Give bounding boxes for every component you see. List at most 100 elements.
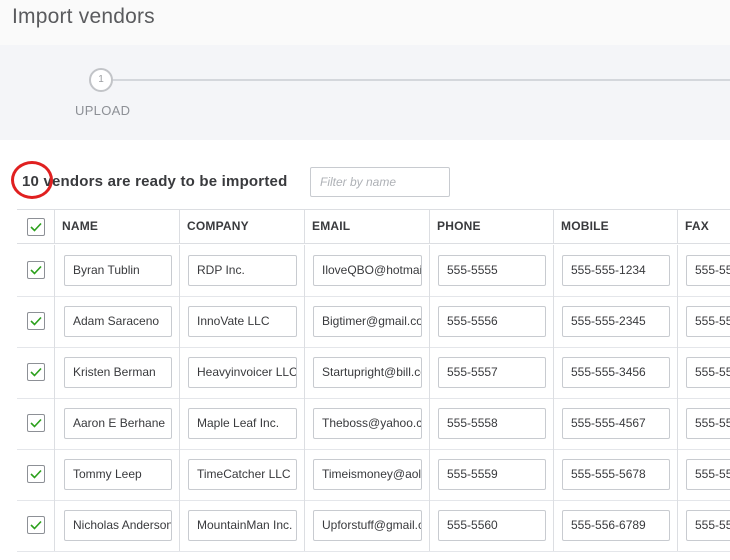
row-select-cell	[17, 398, 55, 449]
company-cell: TimeCatcher LLC	[180, 449, 305, 500]
stepper-track	[113, 79, 730, 81]
count-highlight-circle	[11, 161, 53, 199]
row-checkbox[interactable]	[27, 261, 45, 279]
mobile-field[interactable]: 555-555-5678	[562, 459, 670, 490]
fax-cell: 555-5560	[678, 500, 730, 551]
fax-field[interactable]: 555-5559	[686, 459, 730, 490]
name-cell: Nicholas Anderson	[55, 500, 180, 551]
name-field[interactable]: Nicholas Anderson	[64, 510, 172, 541]
row-checkbox[interactable]	[27, 363, 45, 381]
step-1-indicator: 1	[89, 68, 113, 92]
fax-cell: 555-5556	[678, 296, 730, 347]
row-select-cell	[17, 245, 55, 296]
phone-field[interactable]: 555-5559	[438, 459, 546, 490]
mobile-field[interactable]: 555-555-3456	[562, 357, 670, 388]
row-select-cell	[17, 500, 55, 551]
phone-field[interactable]: 555-5557	[438, 357, 546, 388]
company-field[interactable]: MountainMan Inc.	[188, 510, 297, 541]
email-field[interactable]: Startupright@bill.com	[313, 357, 422, 388]
title-bar: Import vendors	[0, 0, 730, 45]
mobile-field[interactable]: 555-556-6789	[562, 510, 670, 541]
row-checkbox[interactable]	[27, 465, 45, 483]
mobile-cell: 555-556-6789	[554, 500, 678, 551]
mobile-cell: 555-555-2345	[554, 296, 678, 347]
email-field[interactable]: Bigtimer@gmail.com	[313, 306, 422, 337]
column-header-mobile[interactable]: MOBILE	[554, 210, 678, 243]
company-field[interactable]: Heavyinvoicer LLC	[188, 357, 297, 388]
select-all-checkbox[interactable]	[27, 218, 45, 236]
column-header-phone[interactable]: PHONE	[430, 210, 554, 243]
column-header-email[interactable]: EMAIL	[305, 210, 430, 243]
phone-cell: 555-5557	[430, 347, 554, 398]
mobile-cell: 555-555-4567	[554, 398, 678, 449]
email-cell: Timeismoney@aol.com	[305, 449, 430, 500]
ready-summary-text: vendors are ready to be imported	[39, 173, 288, 190]
fax-field[interactable]: 555-5560	[686, 510, 730, 541]
email-cell: Startupright@bill.com	[305, 347, 430, 398]
phone-field[interactable]: 555-5556	[438, 306, 546, 337]
phone-cell: 555-5556	[430, 296, 554, 347]
fax-cell: 555-5555	[678, 245, 730, 296]
company-cell: MountainMan Inc.	[180, 500, 305, 551]
name-field[interactable]: Byran Tublin	[64, 255, 172, 286]
phone-cell: 555-5559	[430, 449, 554, 500]
name-field[interactable]: Tommy Leep	[64, 459, 172, 490]
checkmark-icon	[30, 222, 42, 232]
select-all-column	[17, 210, 55, 243]
company-field[interactable]: InnoVate LLC	[188, 306, 297, 337]
fax-cell: 555-5558	[678, 398, 730, 449]
checkmark-icon	[30, 520, 42, 530]
fax-cell: 555-5557	[678, 347, 730, 398]
checkmark-icon	[30, 265, 42, 275]
phone-field[interactable]: 555-5555	[438, 255, 546, 286]
column-header-fax[interactable]: FAX	[678, 210, 730, 243]
mobile-cell: 555-555-1234	[554, 245, 678, 296]
email-cell: IloveQBO@hotmail.com	[305, 245, 430, 296]
filter-by-name-input[interactable]	[310, 167, 450, 197]
name-field[interactable]: Aaron E Berhane	[64, 408, 172, 439]
name-field[interactable]: Kristen Berman	[64, 357, 172, 388]
checkmark-icon	[30, 367, 42, 377]
column-header-name[interactable]: NAME	[55, 210, 180, 243]
mobile-field[interactable]: 555-555-2345	[562, 306, 670, 337]
column-header-company[interactable]: COMPANY	[180, 210, 305, 243]
fax-field[interactable]: 555-5556	[686, 306, 730, 337]
company-field[interactable]: RDP Inc.	[188, 255, 297, 286]
email-cell: Bigtimer@gmail.com	[305, 296, 430, 347]
phone-cell: 555-5560	[430, 500, 554, 551]
phone-field[interactable]: 555-5558	[438, 408, 546, 439]
email-cell: Theboss@yahoo.com	[305, 398, 430, 449]
row-checkbox[interactable]	[27, 516, 45, 534]
mobile-cell: 555-555-3456	[554, 347, 678, 398]
email-cell: Upforstuff@gmail.com	[305, 500, 430, 551]
company-cell: Heavyinvoicer LLC	[180, 347, 305, 398]
email-field[interactable]: Theboss@yahoo.com	[313, 408, 422, 439]
mobile-field[interactable]: 555-555-1234	[562, 255, 670, 286]
fax-cell: 555-5559	[678, 449, 730, 500]
row-checkbox[interactable]	[27, 312, 45, 330]
company-field[interactable]: TimeCatcher LLC	[188, 459, 297, 490]
company-field[interactable]: Maple Leaf Inc.	[188, 408, 297, 439]
email-field[interactable]: Upforstuff@gmail.com	[313, 510, 422, 541]
name-field[interactable]: Adam Saraceno	[64, 306, 172, 337]
row-checkbox[interactable]	[27, 414, 45, 432]
page-title: Import vendors	[12, 5, 155, 28]
name-cell: Adam Saraceno	[55, 296, 180, 347]
table-row: Tommy Leep TimeCatcher LLC Timeismoney@a…	[17, 449, 730, 501]
table-row: Adam Saraceno InnoVate LLC Bigtimer@gmai…	[17, 296, 730, 348]
step-1-label: UPLOAD	[75, 103, 131, 118]
phone-cell: 555-5558	[430, 398, 554, 449]
checkmark-icon	[30, 469, 42, 479]
name-cell: Tommy Leep	[55, 449, 180, 500]
email-field[interactable]: Timeismoney@aol.com	[313, 459, 422, 490]
vendor-import-table: NAME COMPANY EMAIL PHONE MOBILE FAX Byra…	[17, 209, 730, 560]
name-cell: Byran Tublin	[55, 245, 180, 296]
fax-field[interactable]: 555-5557	[686, 357, 730, 388]
fax-field[interactable]: 555-5555	[686, 255, 730, 286]
fax-field[interactable]: 555-5558	[686, 408, 730, 439]
checkmark-icon	[30, 316, 42, 326]
table-header-row: NAME COMPANY EMAIL PHONE MOBILE FAX	[17, 210, 730, 244]
phone-field[interactable]: 555-5560	[438, 510, 546, 541]
email-field[interactable]: IloveQBO@hotmail.com	[313, 255, 422, 286]
mobile-field[interactable]: 555-555-4567	[562, 408, 670, 439]
